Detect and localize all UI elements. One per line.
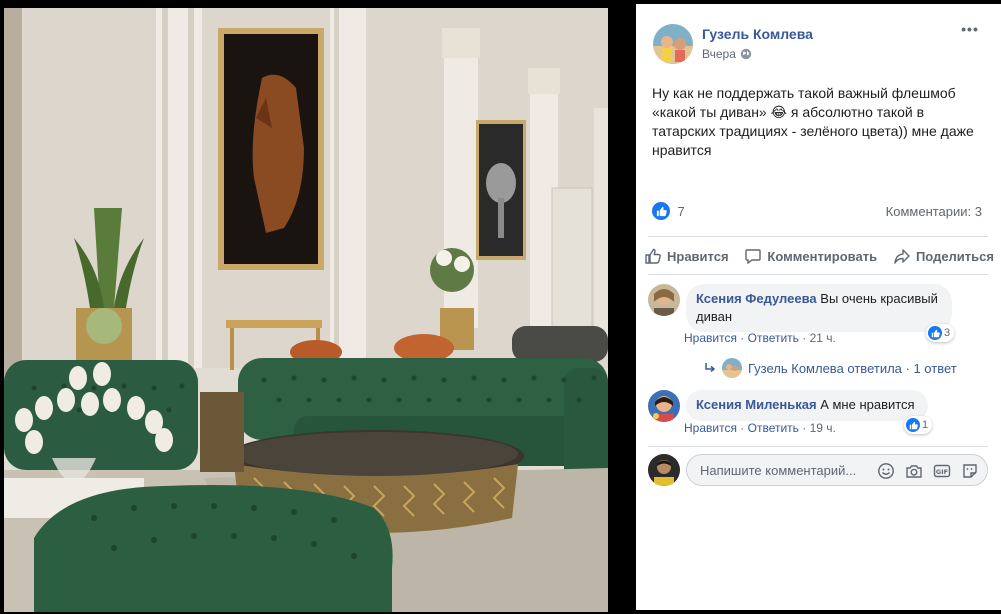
author-name[interactable]: Гузель Комлева — [702, 26, 813, 42]
comment-reply-link[interactable]: Ответить — [748, 421, 799, 435]
post-text: Ну как не поддержать такой важный флешмо… — [652, 85, 974, 158]
comments-count[interactable]: Комментарии: 3 — [886, 204, 982, 219]
comment-reply-link[interactable]: Ответить — [748, 331, 799, 345]
meta-separator: · — [740, 421, 745, 435]
reply-author-avatar — [722, 358, 742, 378]
comment-author[interactable]: Ксения Миленькая — [696, 397, 817, 412]
reply-summary-text: Гузель Комлева ответила · 1 ответ — [748, 360, 957, 376]
comment-icon — [745, 249, 762, 265]
comment-text-cont: диван — [696, 309, 733, 324]
svg-text:GIF: GIF — [936, 468, 948, 476]
comment-like-link[interactable]: Нравится — [684, 421, 737, 435]
comment-reactions[interactable]: 3 — [926, 324, 955, 342]
reaction-summary[interactable]: 7 Комментарии: 3 — [652, 202, 982, 222]
comment-label: Комментировать — [767, 248, 878, 264]
post-photo — [4, 8, 608, 612]
reply-arrow-icon — [705, 363, 716, 373]
comment-composer: GIF — [648, 454, 993, 488]
share-button[interactable]: Поделиться — [893, 242, 994, 270]
meta-separator: · — [802, 421, 807, 435]
gif-icon[interactable]: GIF — [933, 462, 951, 480]
comment-input-box[interactable]: GIF — [686, 454, 988, 486]
like-label: Нравится — [667, 248, 729, 264]
comment-reaction-count: 3 — [944, 327, 951, 339]
post-time-label: Вчера — [702, 47, 736, 61]
commenter-avatar[interactable] — [648, 284, 680, 316]
like-reaction-icon — [652, 202, 670, 220]
comment-like-link[interactable]: Нравится — [684, 331, 737, 345]
comment-meta: Нравится · Ответить · 21 ч. — [684, 331, 836, 345]
comment-bubble: Ксения Миленькая А мне нравится — [686, 390, 928, 421]
action-bar: Нравится Комментировать Поделиться — [644, 242, 994, 270]
comment-text: Вы очень красивый — [820, 291, 938, 306]
sticker-icon[interactable] — [961, 462, 979, 480]
post-timestamp[interactable]: Вчера — [702, 47, 752, 61]
comment-input[interactable] — [698, 462, 872, 479]
post-panel: Гузель Комлева Вчера ••• Ну как не подде… — [636, 4, 1001, 610]
composer-tools: GIF — [877, 462, 979, 480]
comment-text: А мне нравится — [820, 397, 915, 412]
comment-meta: Нравится · Ответить · 19 ч. — [684, 421, 836, 435]
more-options-icon[interactable]: ••• — [956, 22, 984, 40]
comment-reactions[interactable]: 1 — [904, 416, 933, 434]
author-avatar[interactable] — [653, 24, 693, 64]
like-reaction-icon — [928, 326, 942, 340]
comment-reaction-count: 1 — [922, 419, 929, 431]
comment-author[interactable]: Ксения Федулеева — [696, 291, 817, 306]
photo-viewer — [0, 0, 636, 614]
meta-separator: · — [740, 331, 745, 345]
share-icon — [894, 249, 910, 264]
camera-icon[interactable] — [905, 462, 923, 480]
comment-bubble: Ксения Федулеева Вы очень красивый диван — [686, 284, 952, 332]
divider — [648, 446, 988, 447]
divider — [648, 236, 988, 237]
current-user-avatar[interactable] — [648, 454, 680, 486]
reaction-count: 7 — [677, 203, 685, 219]
like-button[interactable]: Нравится — [644, 242, 729, 270]
comment-button[interactable]: Комментировать — [744, 242, 877, 270]
globe-icon — [740, 48, 752, 60]
comment-time[interactable]: 21 ч. — [810, 331, 836, 345]
commenter-avatar[interactable] — [648, 390, 680, 422]
like-reaction-icon — [906, 418, 920, 432]
view-replies-link[interactable]: Гузель Комлева ответила · 1 ответ — [704, 358, 957, 378]
comment-time[interactable]: 19 ч. — [810, 421, 836, 435]
share-label: Поделиться — [915, 248, 994, 264]
meta-separator: · — [802, 331, 807, 345]
divider — [648, 274, 988, 275]
thumbs-up-icon — [645, 248, 661, 264]
emoji-icon[interactable] — [877, 462, 895, 480]
